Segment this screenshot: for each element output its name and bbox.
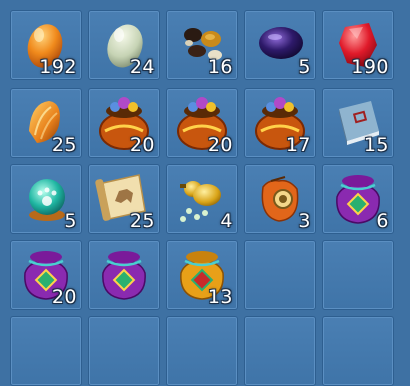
inventory-slot-treasure-pot[interactable]: 20: [166, 88, 238, 158]
inventory-slot-empty[interactable]: [244, 240, 316, 310]
inventory-slot-pet-paw-orb[interactable]: 5: [10, 164, 82, 234]
item-count: 192: [39, 56, 77, 78]
item-count: 20: [129, 134, 155, 156]
item-count: 25: [51, 134, 77, 156]
inventory-slot-red-gem[interactable]: 190: [322, 10, 394, 80]
item-count: 190: [351, 56, 389, 78]
item-count: 17: [285, 134, 311, 156]
inventory-slot-orange-pouch-with-coin[interactable]: 3: [244, 164, 316, 234]
inventory-grid: 192 24 16 5 190 25 20 20 17 15 5 25 4 3 …: [0, 0, 410, 386]
inventory-slot-pale-green-egg[interactable]: 24: [88, 10, 160, 80]
item-count: 5: [64, 210, 77, 232]
inventory-slot-empty[interactable]: [244, 316, 316, 386]
inventory-slot-orange-egg[interactable]: 192: [10, 10, 82, 80]
inventory-slot-purple-gift-bag[interactable]: 20: [10, 240, 82, 310]
inventory-slot-blue-book[interactable]: 15: [322, 88, 394, 158]
inventory-slot-treasure-pot[interactable]: 20: [88, 88, 160, 158]
purple-gift-bag-icon: [102, 251, 146, 300]
item-count: 3: [298, 210, 311, 232]
inventory-slot-gourd-and-pearls[interactable]: 4: [166, 164, 238, 234]
inventory-slot-empty[interactable]: [10, 316, 82, 386]
item-count: 20: [207, 134, 233, 156]
inventory-slot-nuts-and-seeds[interactable]: 16: [166, 10, 238, 80]
item-count: 15: [363, 134, 389, 156]
inventory-slot-dark-purple-gem[interactable]: 5: [244, 10, 316, 80]
inventory-slot-purple-gift-bag[interactable]: [88, 240, 160, 310]
item-count: 4: [220, 210, 233, 232]
inventory-slot-purple-gift-bag[interactable]: 6: [322, 164, 394, 234]
item-count: 13: [207, 286, 233, 308]
item-count: 6: [376, 210, 389, 232]
item-count: 16: [207, 56, 233, 78]
inventory-slot-amber-seashell[interactable]: 25: [10, 88, 82, 158]
inventory-slot-empty[interactable]: [88, 316, 160, 386]
item-count: 25: [129, 210, 155, 232]
item-count: 24: [129, 56, 155, 78]
item-count: 20: [51, 286, 77, 308]
inventory-slot-empty[interactable]: [322, 316, 394, 386]
inventory-slot-golden-gift-bag[interactable]: 13: [166, 240, 238, 310]
inventory-slot-horse-scroll[interactable]: 25: [88, 164, 160, 234]
inventory-slot-treasure-pot[interactable]: 17: [244, 88, 316, 158]
inventory-slot-empty[interactable]: [166, 316, 238, 386]
inventory-slot-empty[interactable]: [322, 240, 394, 310]
item-count: 5: [298, 56, 311, 78]
